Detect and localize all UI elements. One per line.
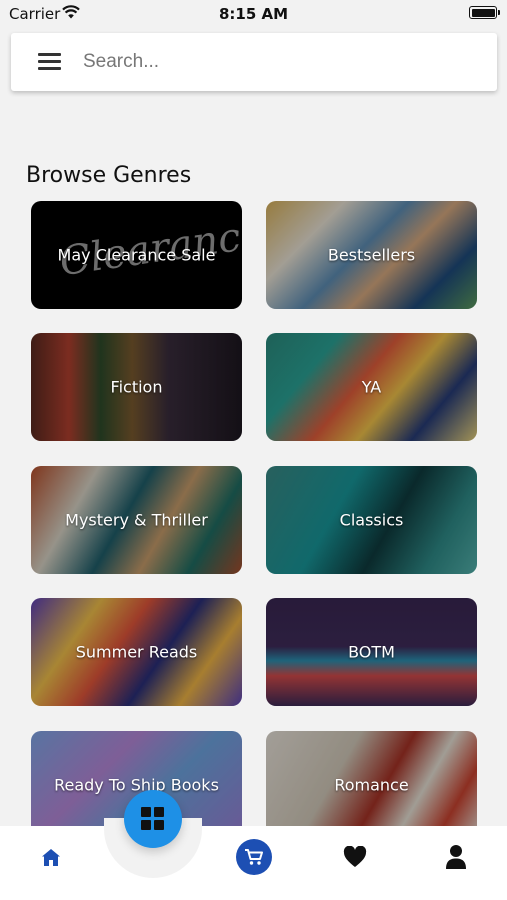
status-time: 8:15 AM	[218, 5, 289, 23]
genre-tile-botm[interactable]: BOTM	[266, 598, 477, 706]
section-title: Browse Genres	[26, 163, 192, 188]
genre-tile-may-clearance-sale[interactable]: Clearance May Clearance Sale	[31, 201, 242, 309]
bottom-navigation	[0, 826, 507, 900]
genre-tile-ya[interactable]: YA	[266, 333, 477, 441]
genre-label: Summer Reads	[75, 642, 198, 662]
search-input[interactable]	[83, 45, 473, 79]
heart-icon[interactable]	[343, 845, 367, 868]
genre-label: Mystery & Thriller	[65, 510, 208, 530]
battery-icon	[469, 6, 500, 19]
genre-label: Ready To Ship Books	[54, 775, 219, 795]
cart-button[interactable]	[236, 839, 272, 875]
genre-tile-mystery-thriller[interactable]: Mystery & Thriller	[31, 466, 242, 574]
search-bar	[11, 33, 497, 91]
browse-fab-button[interactable]	[124, 790, 182, 848]
genre-label: Bestsellers	[327, 245, 416, 265]
genre-label: Classics	[339, 510, 404, 530]
genre-tile-classics[interactable]: Classics	[266, 466, 477, 574]
genre-label: Romance	[334, 775, 409, 795]
genre-label: YA	[361, 377, 382, 397]
home-icon[interactable]	[40, 847, 62, 869]
genre-tile-bestsellers[interactable]: Bestsellers	[266, 201, 477, 309]
cart-icon	[245, 849, 263, 865]
grid-icon	[141, 807, 165, 831]
genre-tile-summer-reads[interactable]: Summer Reads	[31, 598, 242, 706]
user-icon[interactable]	[445, 844, 467, 870]
hamburger-menu-icon[interactable]	[38, 53, 61, 70]
genre-label: BOTM	[348, 642, 395, 662]
genre-label: Fiction	[110, 377, 163, 397]
genre-tile-fiction[interactable]: Fiction	[31, 333, 242, 441]
genre-label: May Clearance Sale	[57, 245, 216, 265]
genre-tile-romance[interactable]: Romance	[266, 731, 477, 839]
status-bar: Carrier 8:15 AM	[0, 0, 507, 28]
